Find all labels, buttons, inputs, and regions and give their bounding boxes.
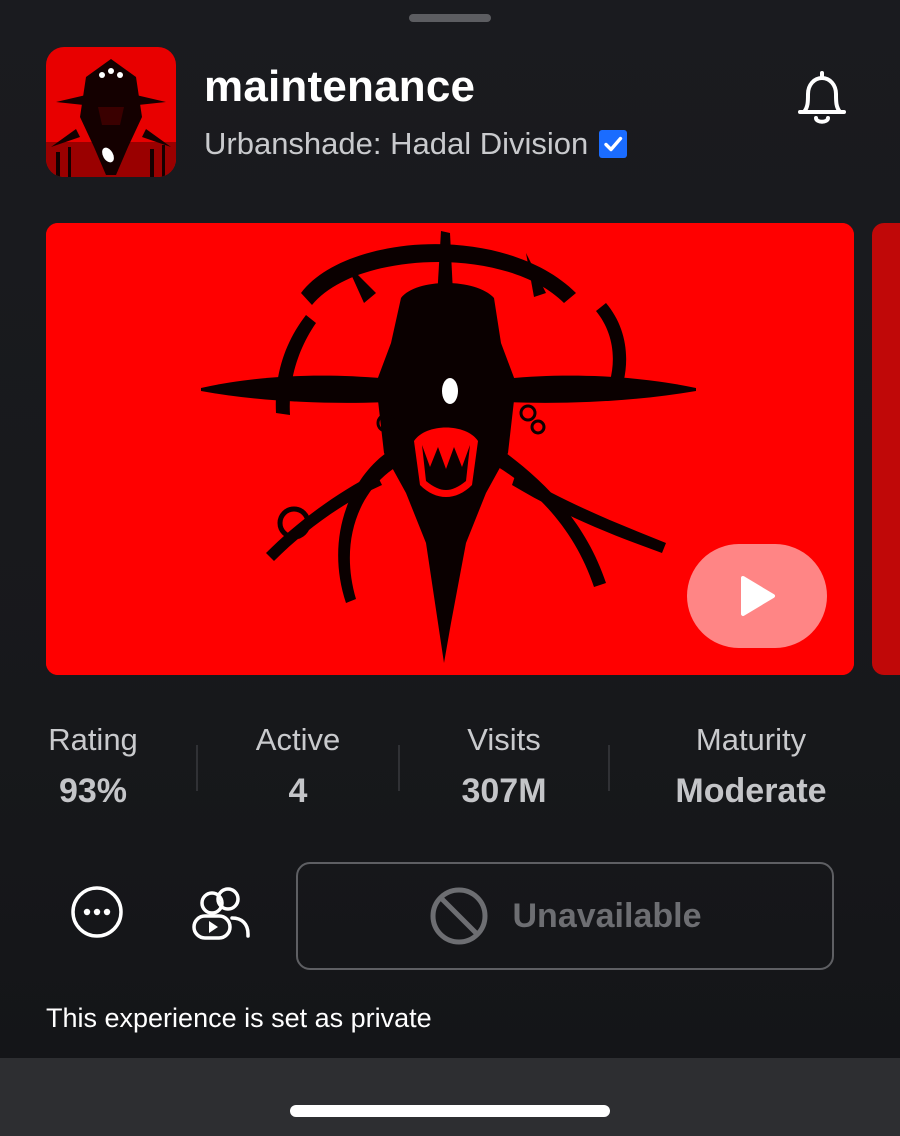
- play-icon: [741, 576, 775, 616]
- stat-divider: [196, 745, 198, 791]
- stat-divider: [608, 745, 610, 791]
- stat-label: Rating: [48, 722, 138, 757]
- unavailable-label: Unavailable: [512, 896, 702, 935]
- stat-label: Visits: [467, 722, 541, 757]
- home-indicator[interactable]: [290, 1105, 610, 1117]
- stat-value: 4: [288, 772, 308, 810]
- stat-label: Active: [255, 722, 341, 757]
- stat-active: Active 4: [238, 722, 358, 811]
- bottom-sheet: maintenance Urbanshade: Hadal Division R…: [0, 0, 900, 1058]
- blocked-icon: [430, 887, 487, 945]
- stats-row: Rating 93% Active 4 Visits 307M Maturity…: [0, 722, 900, 822]
- stat-rating: Rating 93%: [32, 722, 154, 811]
- more-options-icon[interactable]: [70, 885, 124, 939]
- stat-value: Moderate: [675, 772, 827, 810]
- play-video-button[interactable]: [687, 544, 827, 648]
- stat-label: Maturity: [695, 722, 807, 757]
- party-icon[interactable]: [190, 884, 252, 940]
- stat-maturity[interactable]: Maturity Moderate: [656, 722, 846, 811]
- unavailable-button[interactable]: Unavailable: [296, 862, 834, 970]
- stat-visits: Visits 307M: [438, 722, 570, 811]
- drag-handle[interactable]: [409, 14, 491, 22]
- game-icon: [46, 47, 176, 177]
- private-notice: This experience is set as private: [46, 1003, 432, 1033]
- bottom-bar: [0, 1058, 900, 1136]
- game-title: maintenance: [204, 62, 476, 111]
- creator-name[interactable]: Urbanshade: Hadal Division: [204, 126, 588, 162]
- stat-value: 307M: [461, 772, 547, 810]
- stat-value: 93%: [58, 772, 128, 810]
- verified-check-icon: [599, 130, 628, 158]
- bell-icon[interactable]: [794, 68, 850, 128]
- next-thumbnail-peek[interactable]: [872, 223, 900, 675]
- stat-divider: [398, 745, 400, 791]
- creator-row[interactable]: Urbanshade: Hadal Division: [204, 126, 628, 162]
